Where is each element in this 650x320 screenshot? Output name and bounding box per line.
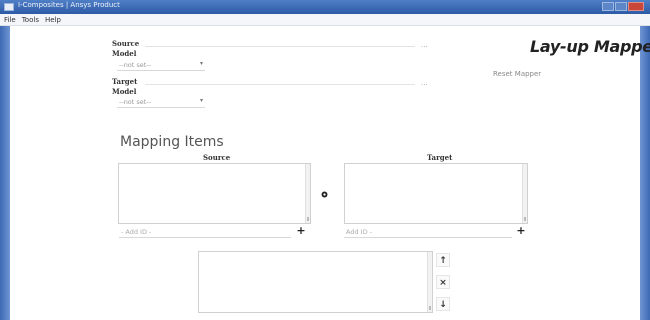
menu-help[interactable]: Help (45, 16, 61, 24)
source-list-scrollbar[interactable] (305, 164, 310, 223)
source-dropdown-value: --not set-- (119, 61, 152, 69)
chevron-down-icon: ▾ (199, 60, 203, 67)
target-items-list[interactable] (344, 163, 528, 224)
target-add-id-placeholder: Add ID - (346, 228, 372, 236)
add-source-id-button[interactable]: + (295, 225, 307, 237)
app-window-icon (4, 3, 14, 11)
window-controls (601, 2, 644, 12)
mapping-list-scrollbar[interactable] (427, 252, 432, 312)
chevron-down-icon: ▾ (199, 97, 203, 104)
source-label: Source (112, 39, 140, 48)
target-column-header: Target (427, 153, 453, 162)
target-model-dropdown[interactable]: --not set-- ▾ (117, 97, 205, 108)
target-add-id-input[interactable]: Add ID - (344, 227, 512, 238)
close-window-button[interactable] (628, 2, 644, 11)
mapping-items-heading: Mapping Items (120, 134, 224, 150)
window-frame-left (0, 26, 10, 320)
menu-tools[interactable]: Tools (22, 16, 39, 24)
window-frame-right (640, 26, 650, 320)
source-items-list[interactable] (118, 163, 311, 224)
move-up-button[interactable]: ↑ (436, 253, 450, 267)
menu-bar: File Tools Help (0, 14, 650, 26)
source-model-path-field[interactable] (145, 46, 415, 47)
source-model-label: Model (112, 49, 137, 58)
target-model-label: Model (112, 87, 137, 96)
gear-icon[interactable] (320, 190, 329, 199)
target-list-scrollbar[interactable] (522, 164, 527, 223)
source-add-id-input[interactable]: - Add ID - (119, 227, 291, 238)
window-title-bar: I-Composites | Ansys Product (0, 0, 650, 14)
remove-mapping-button[interactable]: × (436, 275, 450, 289)
reset-mapper-link[interactable]: Reset Mapper (493, 70, 541, 78)
target-label: Target (112, 77, 138, 86)
app-brand-title: Lay-up Mapper (530, 37, 650, 56)
minimize-button[interactable] (602, 2, 614, 11)
mapping-pairs-list[interactable] (198, 251, 433, 313)
target-browse-button[interactable]: ... (421, 79, 428, 87)
source-browse-button[interactable]: ... (421, 41, 428, 49)
maximize-button[interactable] (615, 2, 627, 11)
source-column-header: Source (203, 153, 231, 162)
target-dropdown-value: --not set-- (119, 98, 152, 106)
menu-file[interactable]: File (4, 16, 16, 24)
target-model-path-field[interactable] (145, 84, 415, 85)
source-add-id-placeholder: - Add ID - (121, 228, 152, 236)
add-target-id-button[interactable]: + (515, 225, 527, 237)
window-title: I-Composites | Ansys Product (18, 1, 120, 9)
move-down-button[interactable]: ↓ (436, 297, 450, 311)
source-model-dropdown[interactable]: --not set-- ▾ (117, 60, 205, 71)
